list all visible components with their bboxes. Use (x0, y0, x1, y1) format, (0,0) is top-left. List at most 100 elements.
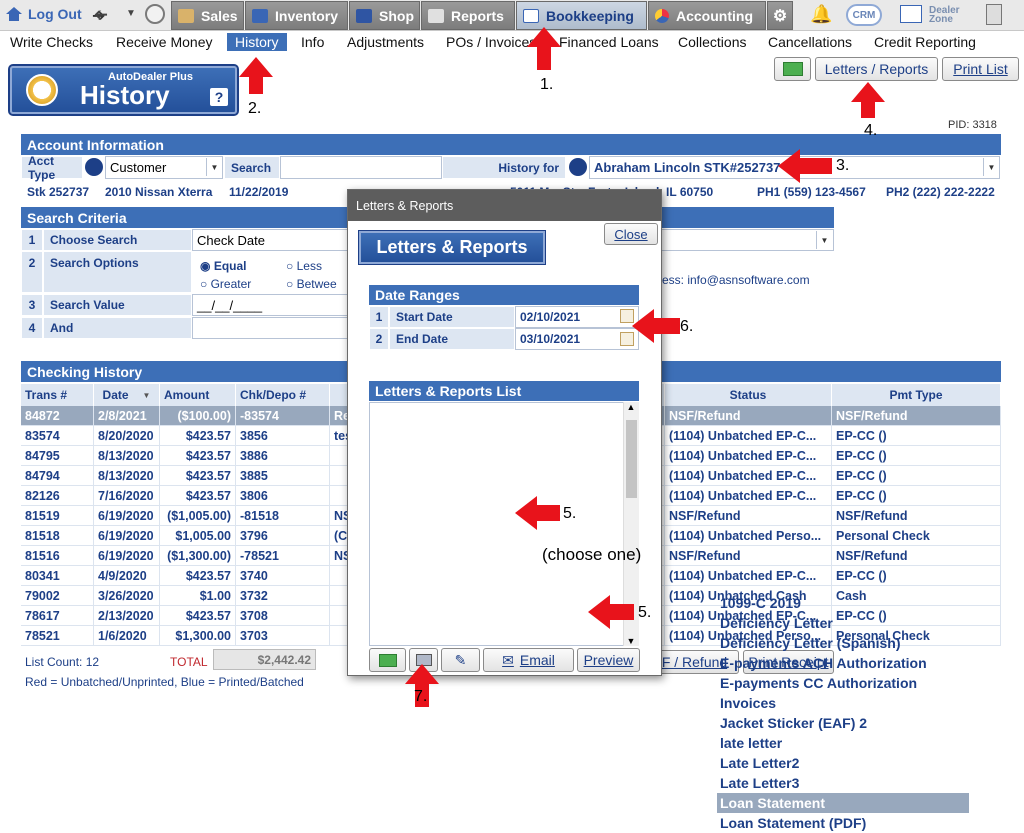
col-trans[interactable]: Trans # (21, 384, 94, 406)
dealer-zone-label-2[interactable]: Zone (929, 15, 953, 25)
pid-label: PID: 3318 (948, 119, 997, 131)
table-cell: 2/13/2020 (94, 606, 160, 626)
letters-list-item[interactable]: E-payments CC Authorization (717, 673, 969, 693)
dealer-zone-icon[interactable] (900, 5, 922, 23)
list-scrollbar[interactable]: ▲ ▼ (623, 402, 639, 646)
letters-list-item[interactable]: Late Letter2 (717, 753, 969, 773)
date-row-number: 2 (369, 328, 389, 350)
email-button[interactable]: ✉ Email (483, 648, 574, 672)
submenu-adjustments[interactable]: Adjustments (347, 34, 424, 50)
table-cell: (1104) Unbatched EP-C... (665, 426, 832, 446)
export-excel-button[interactable] (774, 57, 811, 81)
submenu-history[interactable]: History (227, 33, 287, 51)
date-ranges-header: Date Ranges (369, 285, 639, 305)
submenu-pos-invoices[interactable]: POs / Invoices (446, 34, 536, 50)
tab-sales[interactable]: Sales (171, 1, 244, 30)
tab-accounting[interactable]: Accounting (648, 1, 766, 30)
tab-bookkeeping[interactable]: Bookkeeping (516, 1, 647, 30)
letters-list-item[interactable]: 1099-C 2019 (717, 593, 969, 613)
search-input[interactable] (280, 156, 442, 179)
submenu-financed-loans[interactable]: Financed Loans (559, 34, 659, 50)
choose-search-label: Choose Search (43, 229, 192, 251)
table-cell: $423.57 (160, 446, 236, 466)
annotation-3: 3. (836, 157, 850, 174)
dropdown-chevron-icon[interactable]: ▼ (126, 8, 136, 19)
col-status[interactable]: Status (665, 384, 832, 406)
option-between[interactable]: ○ Betwee (286, 277, 337, 291)
letters-list-item[interactable]: Jacket Sticker (EAF) 2 (717, 713, 969, 733)
account-info-header: Account Information (21, 134, 1001, 155)
letters-list[interactable] (369, 402, 639, 646)
option-equal[interactable]: ◉ Equal (200, 259, 246, 273)
date-row-number: 1 (369, 306, 389, 328)
crm-button[interactable]: CRM (846, 4, 882, 26)
letters-reports-dialog: Letters & Reports Close Letters & Report… (347, 189, 969, 831)
table-cell: -83574 (236, 406, 330, 426)
option-less[interactable]: ○ Less (286, 259, 322, 273)
col-pmt-type[interactable]: Pmt Type (832, 384, 1001, 406)
tab-inventory[interactable]: Inventory (245, 1, 348, 30)
letters-list-item[interactable]: late letter (717, 733, 969, 753)
table-cell: ($1,005.00) (160, 506, 236, 526)
tab-shop[interactable]: Shop (349, 1, 420, 30)
search-value-input[interactable]: __/__/____ (192, 294, 352, 316)
print-list-button[interactable]: Print List (942, 57, 1019, 81)
table-cell: ($1,300.00) (160, 546, 236, 566)
close-button[interactable]: Close (604, 223, 658, 245)
preview-button[interactable]: Preview (577, 648, 640, 672)
print-button[interactable] (409, 648, 438, 672)
annotation-4: 4. (864, 122, 878, 139)
letters-reports-button[interactable]: Letters / Reports (815, 57, 938, 81)
col-amount[interactable]: Amount (160, 384, 236, 406)
sales-icon (178, 8, 194, 23)
table-cell: (1104) Unbatched EP-C... (665, 446, 832, 466)
user-avatar-icon[interactable] (145, 4, 165, 24)
submenu-collections[interactable]: Collections (678, 34, 746, 50)
submenu-receive-money[interactable]: Receive Money (116, 34, 213, 50)
signature-icon: ✎ (454, 651, 467, 668)
chevron-down-icon[interactable]: ▼ (983, 158, 999, 176)
letters-list-item[interactable]: Deficiency Letter (717, 613, 969, 633)
table-cell: 3740 (236, 566, 330, 586)
phone-2: PH2 (222) 222-2222 (886, 185, 995, 199)
letters-list-item[interactable]: Invoices (717, 693, 969, 713)
letters-list-item[interactable]: Deficiency Letter (Spanish) (717, 633, 969, 653)
top-navigation: Log Out ➔ ➔ ▼ Sales Inventory Shop Repor… (0, 0, 1024, 31)
chevron-down-icon[interactable]: ▼ (816, 231, 832, 249)
calculator-icon[interactable] (986, 4, 1002, 25)
history-for-select[interactable]: Abraham Lincoln STK#252737 (589, 156, 1000, 179)
annotation-7: 7. (414, 688, 428, 705)
bell-icon[interactable]: 🔔 (810, 4, 832, 25)
chevron-down-icon[interactable]: ▼ (206, 158, 222, 176)
scrollbar-thumb[interactable] (626, 420, 637, 498)
acct-type-info-icon[interactable] (85, 158, 103, 176)
logout-link[interactable]: Log Out (6, 6, 82, 22)
letters-list-item[interactable]: E-payments ACH Authorization (717, 653, 969, 673)
calendar-icon[interactable] (620, 309, 634, 323)
help-button[interactable]: ? (210, 88, 228, 106)
sign-button[interactable]: ✎ (441, 648, 480, 672)
col-chk-depo[interactable]: Chk/Depo # (236, 384, 330, 406)
letters-list-item[interactable]: Loan Statement (PDF) (717, 813, 969, 833)
export-folder-button[interactable] (369, 648, 406, 672)
criteria-row-number: 4 (21, 317, 43, 339)
tab-reports[interactable]: Reports (421, 1, 515, 30)
back-arrow-icon[interactable]: ➔ (92, 5, 108, 25)
table-cell: 8/13/2020 (94, 446, 160, 466)
submenu-info[interactable]: Info (301, 34, 324, 50)
col-date[interactable]: Date ▼ (94, 384, 160, 406)
email-info: ess: info@asnsoftware.com (662, 273, 810, 287)
table-cell: NSF/Refund (665, 546, 832, 566)
book-icon (523, 8, 539, 23)
option-greater[interactable]: ○ Greater (200, 277, 251, 291)
submenu-cancellations[interactable]: Cancellations (768, 34, 852, 50)
gear-icon[interactable]: ⚙ (767, 1, 793, 30)
letters-list-item[interactable]: Loan Statement (717, 793, 969, 813)
start-date-label: Start Date (389, 306, 515, 328)
submenu-write-checks[interactable]: Write Checks (10, 34, 93, 50)
letters-list-item[interactable]: Late Letter3 (717, 773, 969, 793)
submenu-credit-reporting[interactable]: Credit Reporting (874, 34, 976, 50)
history-for-info-icon[interactable] (569, 158, 587, 176)
and-input[interactable] (192, 317, 352, 339)
calendar-icon[interactable] (620, 332, 634, 346)
